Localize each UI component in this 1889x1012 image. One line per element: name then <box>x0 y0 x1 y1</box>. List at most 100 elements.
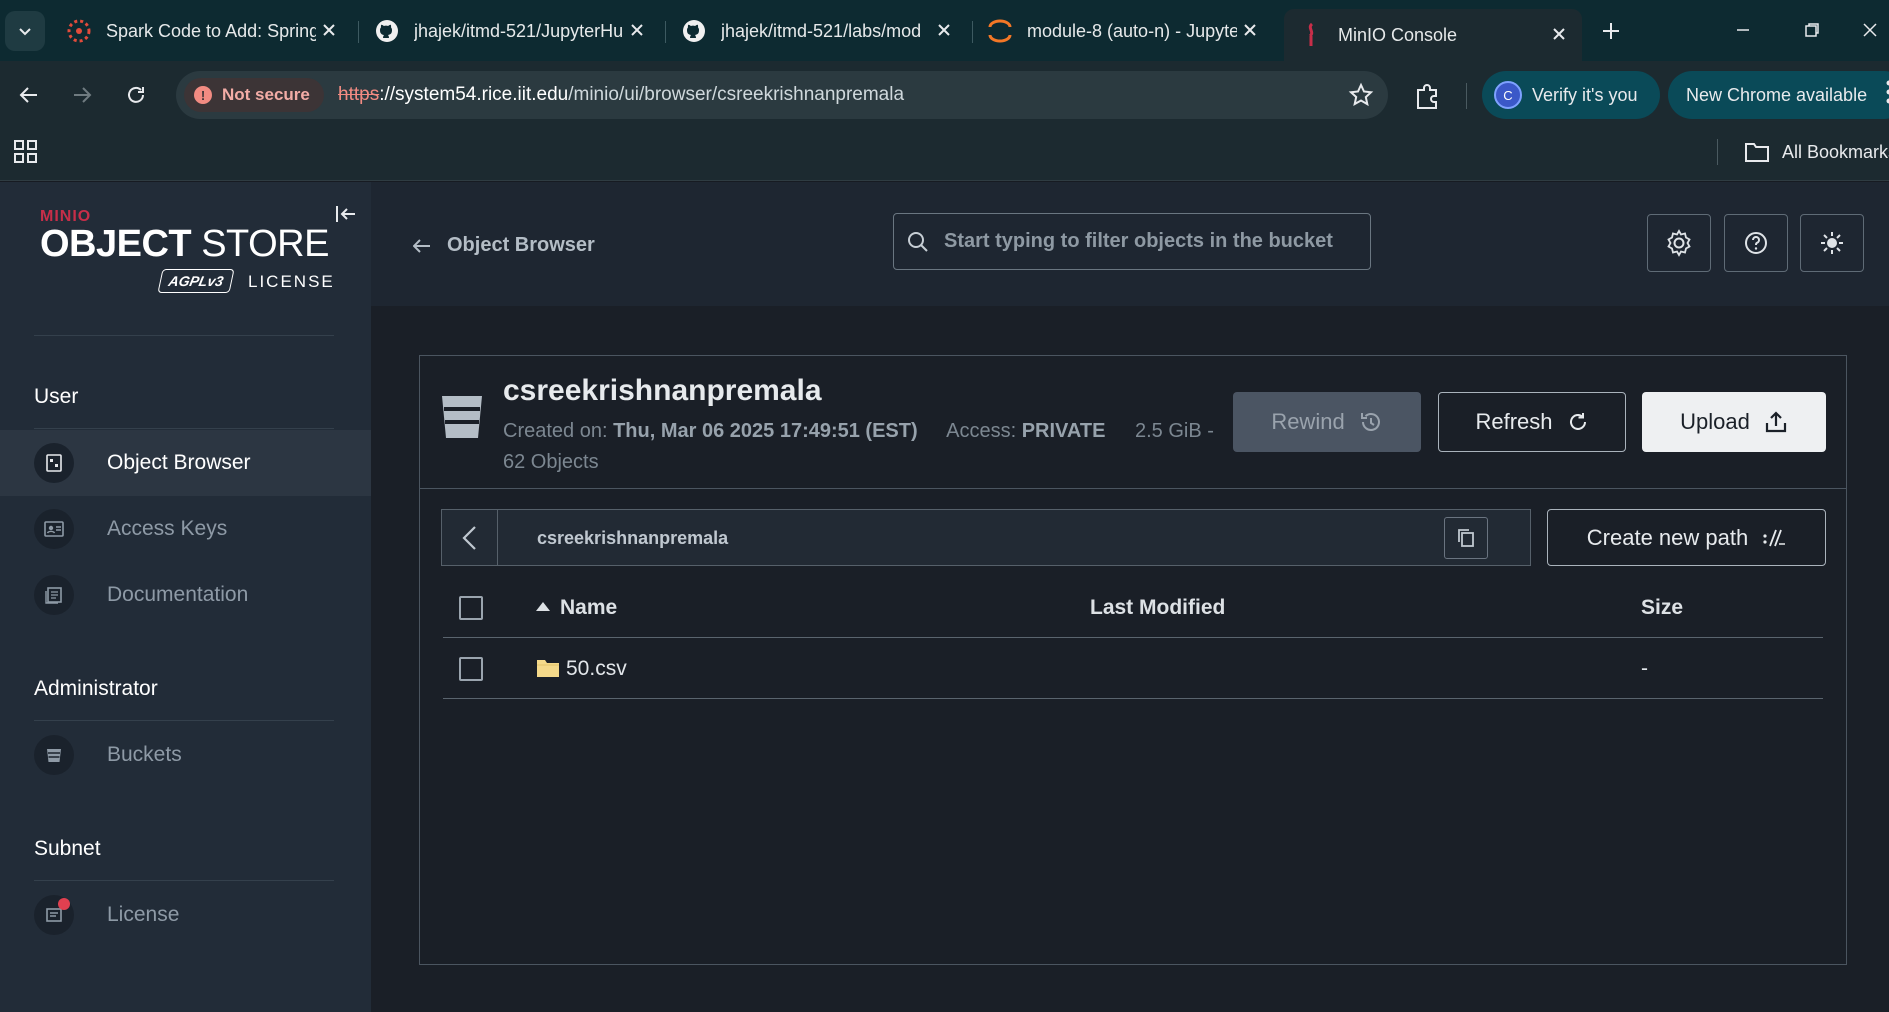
tab-close-icon[interactable] <box>933 19 955 41</box>
bookmarks-separator <box>1717 139 1718 165</box>
rewind-button[interactable]: Rewind <box>1233 392 1421 452</box>
table-row[interactable]: 50.csv - <box>443 639 1823 699</box>
tab-close-icon[interactable] <box>1239 19 1261 41</box>
restore-button[interactable] <box>1792 14 1832 46</box>
more-vert-icon[interactable] <box>1885 79 1889 105</box>
sidebar-item-buckets[interactable]: Buckets <box>0 722 371 788</box>
sidebar-section-user: User <box>34 385 79 408</box>
forward-button[interactable] <box>63 76 101 114</box>
sun-icon <box>1821 232 1843 254</box>
help-icon <box>1745 232 1767 254</box>
bookmark-star-icon[interactable] <box>1348 82 1374 108</box>
apps-grid-icon[interactable] <box>13 139 39 165</box>
close-window-button[interactable] <box>1850 14 1889 46</box>
extensions-icon[interactable] <box>1410 78 1446 114</box>
upload-button[interactable]: Upload <box>1642 392 1826 452</box>
sidebar-item-object-browser[interactable]: Object Browser <box>0 430 371 496</box>
agpl-badge: AGPLv3 <box>157 269 235 293</box>
object-filter[interactable] <box>893 213 1371 270</box>
create-new-path-button[interactable]: Create new path <box>1547 509 1826 566</box>
tab-close-icon[interactable] <box>626 19 648 41</box>
bucket-meta: Created on: Thu, Mar 06 2025 17:49:51 (E… <box>503 416 1223 478</box>
arrow-left-icon <box>19 87 37 103</box>
browser-toolbar: ! Not secure https://system54.rice.iit.e… <box>0 61 1889 129</box>
update-label: New Chrome available <box>1686 84 1868 105</box>
folder-outline-icon <box>1745 143 1769 162</box>
help-button[interactable] <box>1724 214 1788 272</box>
reload-button[interactable] <box>117 76 155 114</box>
browser-tab-1[interactable]: Spark Code to Add: Spring <box>52 11 352 51</box>
sort-asc-icon <box>536 602 550 611</box>
sidebar-item-license[interactable]: License <box>0 882 371 948</box>
page-header: Object Browser <box>371 182 1889 306</box>
tab-title: jhajek/itmd-521/labs/mod <box>721 20 922 41</box>
update-chrome-button[interactable]: New Chrome available <box>1668 71 1889 119</box>
minio-logo[interactable]: MINIO OBJECT STORE AGPLv3 LICENSE <box>40 208 340 293</box>
url-text[interactable]: https://system54.rice.iit.edu/minio/ui/b… <box>338 84 904 106</box>
column-last-modified[interactable]: Last Modified <box>1090 596 1225 620</box>
copy-icon <box>1458 529 1474 547</box>
sidebar-item-label: Object Browser <box>107 451 251 474</box>
select-all-checkbox[interactable] <box>459 596 483 620</box>
browser-tab-active[interactable]: MinIO Console <box>1284 9 1582 61</box>
search-icon <box>908 231 928 252</box>
chevron-down-icon <box>19 28 31 36</box>
back-to-browser-link[interactable]: Object Browser <box>413 234 595 257</box>
column-size[interactable]: Size <box>1641 596 1683 620</box>
url-scheme: https <box>338 84 380 105</box>
sidebar: MINIO OBJECT STORE AGPLv3 LICENSE User O… <box>0 182 371 1012</box>
column-name[interactable]: Name <box>536 596 617 620</box>
tab-close-icon[interactable] <box>1548 23 1570 45</box>
row-checkbox[interactable] <box>459 657 483 681</box>
history-icon <box>1360 413 1380 431</box>
theme-toggle-button[interactable] <box>1800 214 1864 272</box>
verify-identity-button[interactable]: C Verify it's you <box>1482 71 1660 119</box>
refresh-button[interactable]: Refresh <box>1438 392 1626 452</box>
created-label: Created on: <box>503 420 608 442</box>
address-bar[interactable]: ! Not secure https://system54.rice.iit.e… <box>176 71 1388 119</box>
row-size: - <box>1641 657 1648 680</box>
toolbar-separator <box>1466 83 1467 109</box>
new-tab-button[interactable] <box>1594 14 1628 48</box>
copy-path-button[interactable] <box>1444 517 1488 559</box>
back-button[interactable] <box>10 76 48 114</box>
browser-tab-2[interactable]: jhajek/itmd-521/JupyterHub <box>360 11 660 51</box>
minimize-button[interactable] <box>1723 14 1763 46</box>
documentation-icon <box>34 575 74 615</box>
sidebar-item-documentation[interactable]: Documentation <box>0 562 371 628</box>
license-icon <box>34 895 74 935</box>
tab-search-button[interactable] <box>5 11 45 51</box>
security-label: Not secure <box>222 85 310 104</box>
page-title: Object Browser <box>447 234 595 256</box>
tab-title: module-8 (auto-n) - Jupyter <box>1027 20 1237 41</box>
row-name[interactable]: 50.csv <box>536 657 627 681</box>
access-keys-icon <box>34 509 74 549</box>
all-bookmarks-button[interactable]: All Bookmarks <box>1744 141 1889 163</box>
table-header: Name Last Modified Size <box>443 578 1823 638</box>
browser-tab-4[interactable]: module-8 (auto-n) - Jupyter <box>973 11 1273 51</box>
tab-close-icon[interactable] <box>318 19 340 41</box>
reload-icon <box>128 86 144 103</box>
tab-title: MinIO Console <box>1338 24 1458 45</box>
jupyter-icon <box>987 18 1013 44</box>
sidebar-divider <box>34 720 334 721</box>
current-path[interactable]: csreekrishnanpremala <box>537 528 728 549</box>
gear-icon <box>1667 229 1691 257</box>
new-path-icon <box>1763 529 1786 546</box>
sidebar-item-access-keys[interactable]: Access Keys <box>0 496 371 562</box>
security-chip[interactable]: ! Not secure <box>184 78 324 112</box>
tab-separator <box>665 21 666 43</box>
browser-tab-3[interactable]: jhajek/itmd-521/labs/mod <box>667 11 967 51</box>
bookmarks-bar: All Bookmarks <box>0 129 1889 181</box>
search-input[interactable] <box>944 230 1364 253</box>
object-browser-icon <box>34 443 74 483</box>
settings-button[interactable] <box>1647 214 1711 272</box>
canvas-icon <box>66 18 92 44</box>
tab-title: jhajek/itmd-521/JupyterHub <box>414 20 624 41</box>
tab-title: Spark Code to Add: Spring <box>106 20 316 41</box>
bucket-name: csreekrishnanpremala <box>503 374 822 407</box>
created-value: Thu, Mar 06 2025 17:49:51 (EST) <box>613 420 918 442</box>
path-back-button[interactable] <box>442 510 498 565</box>
url-host: ://system54.rice.iit.edu <box>379 84 569 105</box>
collapse-sidebar-icon[interactable] <box>334 202 358 226</box>
